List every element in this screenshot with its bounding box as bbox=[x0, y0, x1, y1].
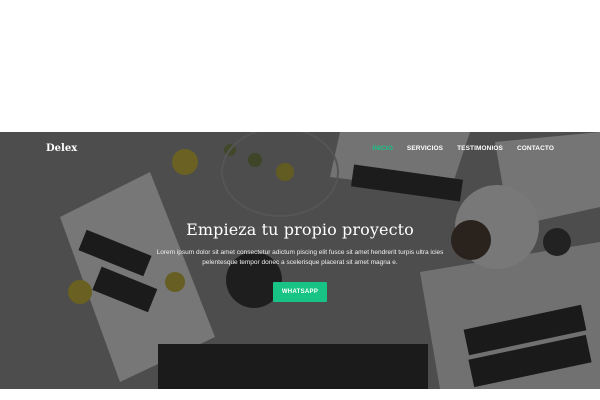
brand-logo[interactable]: Delex bbox=[46, 143, 77, 154]
hero-description: Lorem ipsum dolor sit amet consectetur a… bbox=[156, 249, 444, 266]
nav-links: INICIO SERVICIOS TESTIMONIOS CONTACTO bbox=[358, 145, 554, 152]
hero-title: Empieza tu propio proyecto bbox=[186, 220, 414, 239]
top-navbar: Delex INICIO SERVICIOS TESTIMONIOS CONTA… bbox=[0, 132, 600, 166]
nav-link-testimonios[interactable]: TESTIMONIOS bbox=[457, 145, 503, 152]
bottom-blank-area bbox=[0, 389, 600, 400]
top-blank-area bbox=[0, 0, 600, 132]
hero-section: Delex INICIO SERVICIOS TESTIMONIOS CONTA… bbox=[0, 132, 600, 389]
nav-link-inicio[interactable]: INICIO bbox=[372, 145, 392, 152]
whatsapp-button[interactable]: WHATSAPP bbox=[273, 282, 327, 302]
hero-content: Empieza tu propio proyecto Lorem ipsum d… bbox=[0, 220, 600, 302]
nav-link-contacto[interactable]: CONTACTO bbox=[517, 145, 554, 152]
nav-link-servicios[interactable]: SERVICIOS bbox=[407, 145, 443, 152]
